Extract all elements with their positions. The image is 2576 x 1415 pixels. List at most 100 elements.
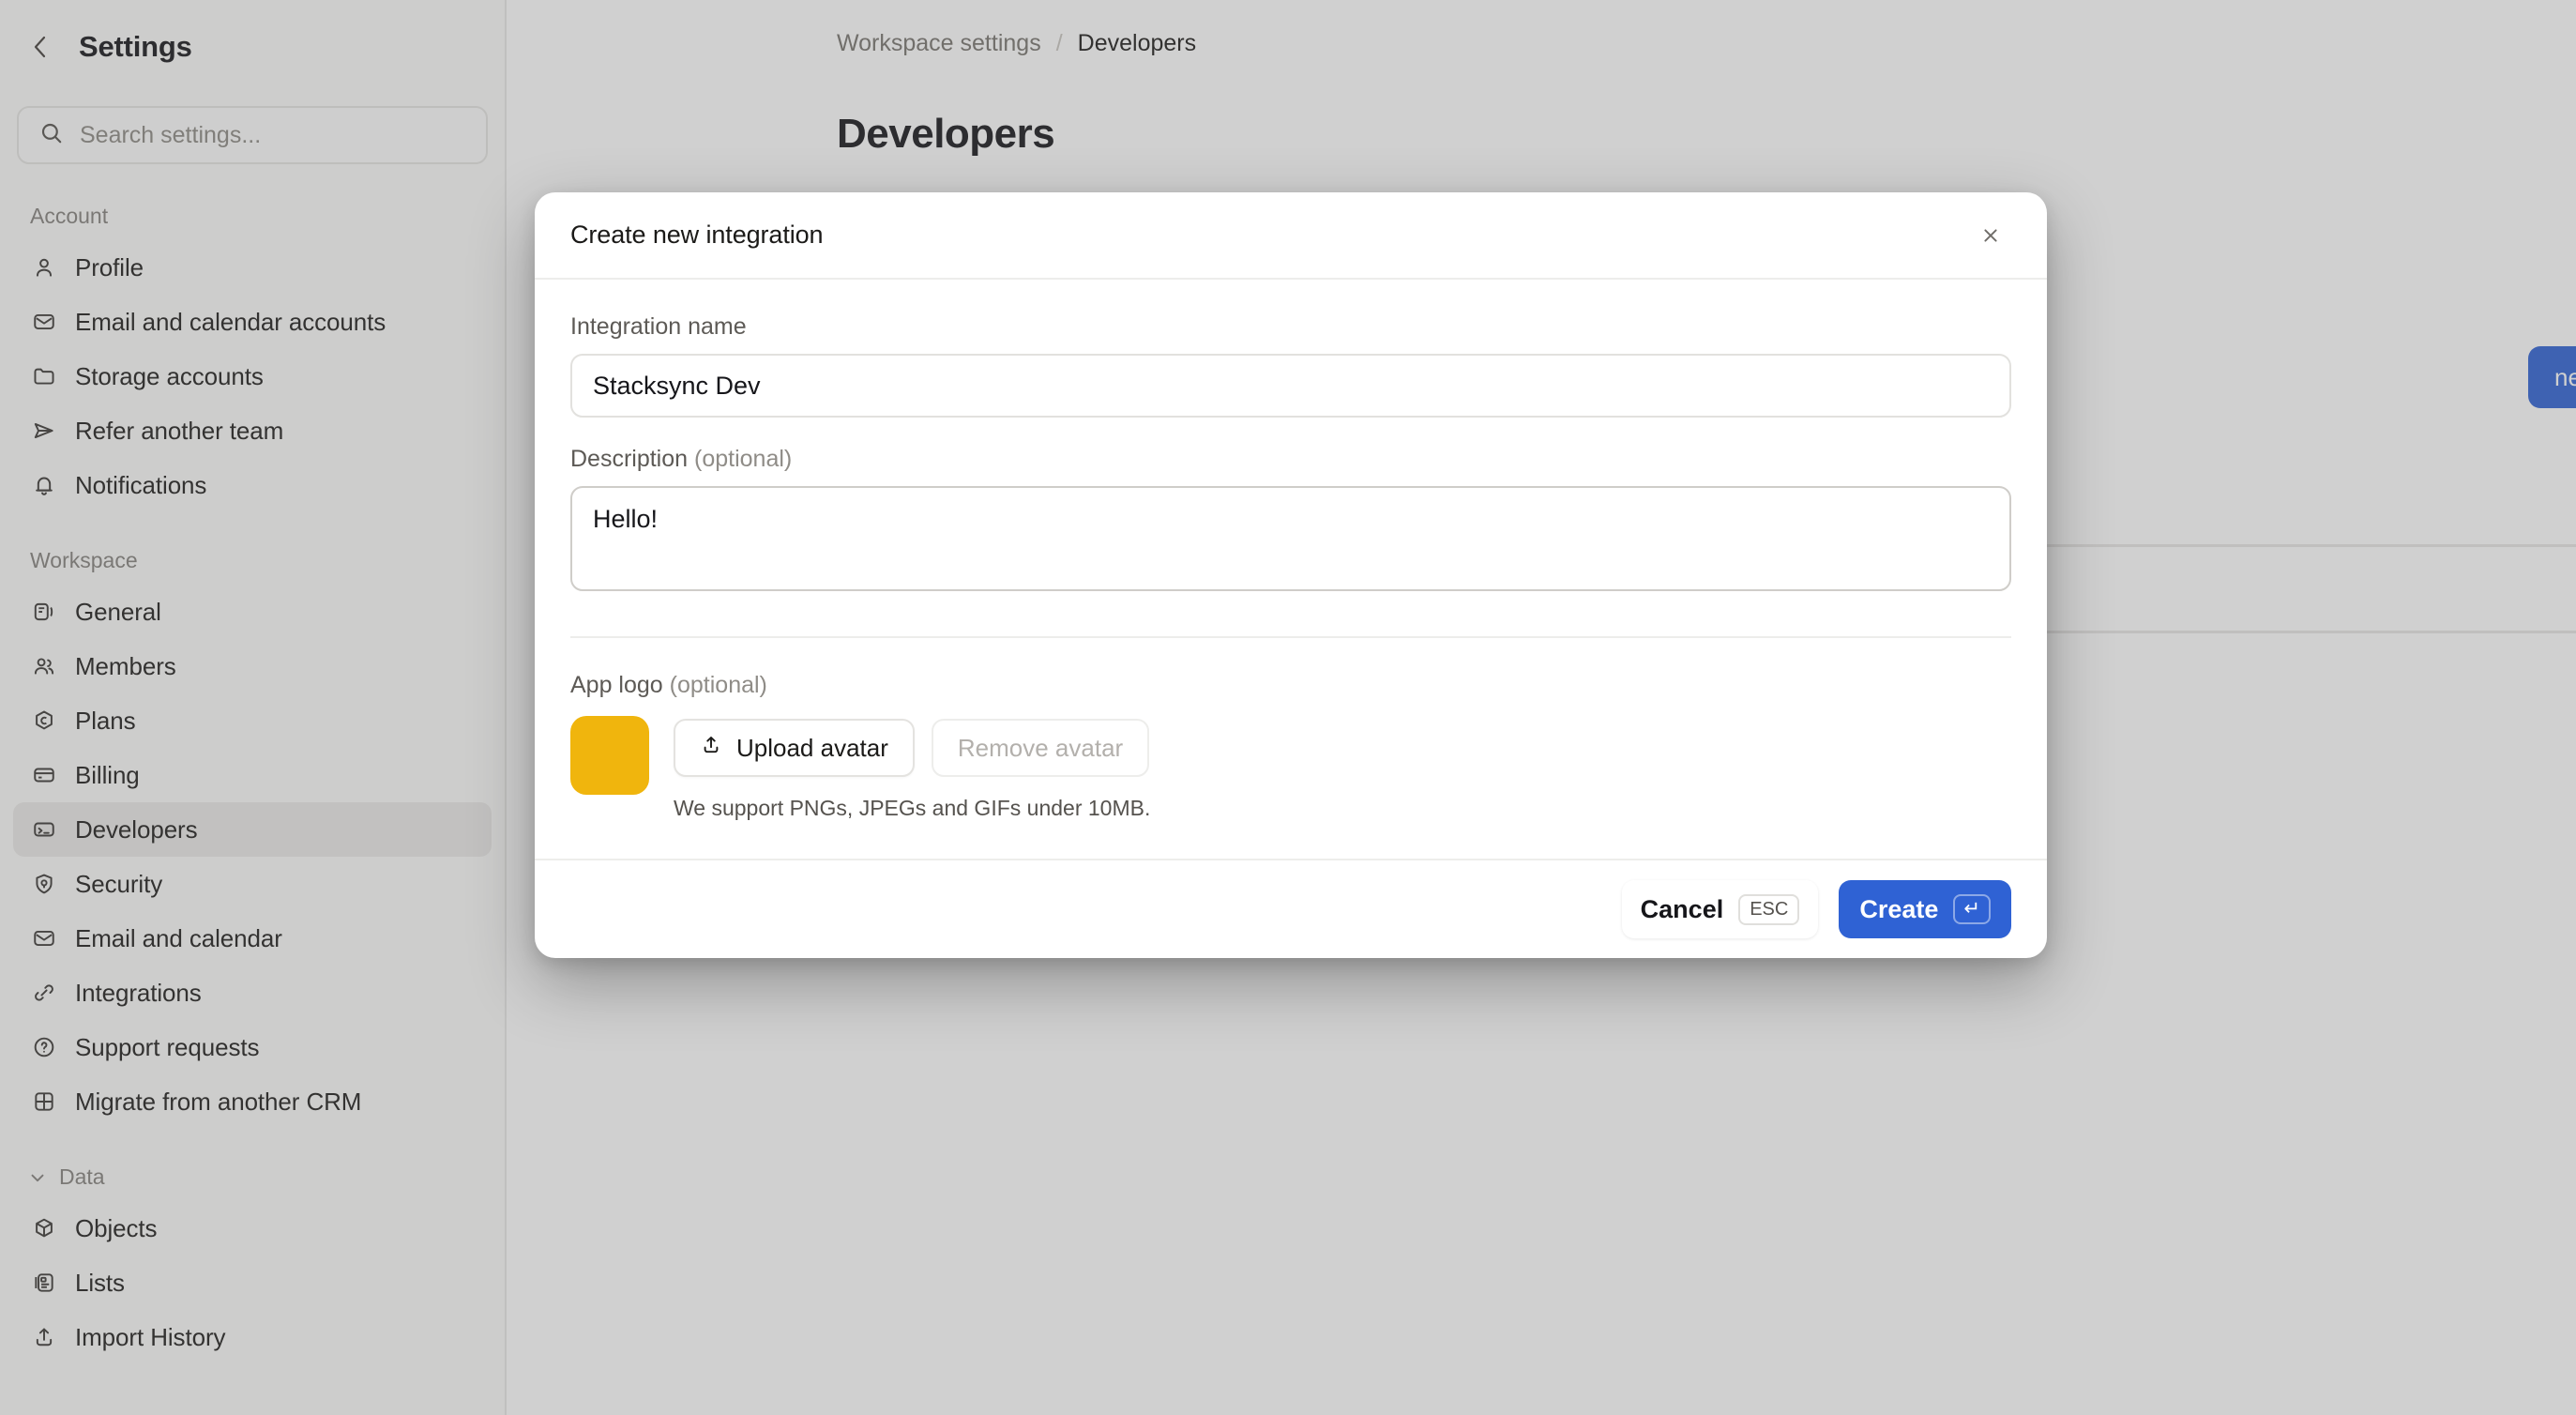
sidebar-item-label: Import History (75, 1322, 226, 1351)
sidebar-item-security[interactable]: Security (13, 857, 492, 911)
user-icon (30, 254, 57, 281)
modal-footer: Cancel ESC Create ↵ (535, 859, 2047, 958)
breadcrumb-parent[interactable]: Workspace settings (837, 30, 1041, 57)
description-label-text: Description (570, 446, 689, 472)
sidebar-item-email-and-calendar[interactable]: Email and calendar (13, 911, 492, 966)
sidebar-search-wrap: Search settings... (0, 106, 505, 164)
sidebar-item-label: Developers (75, 814, 198, 844)
sidebar-item-refer-another-team[interactable]: Refer another team (13, 403, 492, 458)
chevron-left-icon[interactable] (19, 25, 62, 68)
sidebar-item-label: Security (75, 869, 163, 898)
breadcrumb-current: Developers (1077, 30, 1197, 56)
sidebar-item-general[interactable]: General (13, 585, 492, 639)
description-textarea[interactable] (570, 486, 2011, 591)
envelope-icon (30, 309, 57, 336)
sidebar-group-label-data[interactable]: Data (0, 1164, 505, 1190)
sidebar-item-developers[interactable]: Developers (13, 802, 492, 857)
create-button[interactable]: Create ↵ (1839, 880, 2011, 938)
sidebar-item-billing[interactable]: Billing (13, 748, 492, 802)
folder-icon (30, 363, 57, 390)
sidebar-item-lists[interactable]: Lists (13, 1255, 492, 1310)
avatar-hint: We support PNGs, JPEGs and GIFs under 10… (674, 796, 1151, 820)
sidebar-item-label: Members (75, 651, 176, 680)
breadcrumb: Workspace settings / Developers (837, 30, 1196, 57)
sidebar-item-plans[interactable]: Plans (13, 693, 492, 748)
chevron-down-icon (27, 1167, 48, 1188)
search-placeholder: Search settings... (80, 121, 262, 148)
sidebar-item-label: Integrations (75, 978, 202, 1007)
sidebar-item-label: Migrate from another CRM (75, 1087, 362, 1116)
sidebar-group-data-text: Data (59, 1164, 105, 1189)
app-root: Settings Search settings... Account Prof… (0, 0, 2576, 1415)
create-label: Create (1859, 894, 1939, 923)
credit-card-icon (30, 762, 57, 789)
sidebar-item-import-history[interactable]: Import History (13, 1310, 492, 1364)
upload-avatar-button[interactable]: Upload avatar (674, 719, 915, 777)
sidebar-item-notifications[interactable]: Notifications (13, 458, 492, 512)
integration-name-input[interactable] (570, 354, 2011, 418)
create-shortcut-badge: ↵ (1953, 893, 1991, 925)
sidebar-header: Settings (0, 0, 505, 94)
description-optional-text: (optional) (694, 446, 793, 472)
modal-title: Create new integration (570, 221, 824, 249)
create-integration-modal: Create new integration Integration name … (535, 192, 2047, 958)
sidebar-item-label: Objects (75, 1213, 158, 1242)
search-icon (39, 121, 64, 150)
users-icon (30, 653, 57, 680)
sidebar-item-label: Notifications (75, 470, 207, 499)
close-icon[interactable] (1970, 215, 2011, 256)
sliders-icon (30, 599, 57, 626)
upload-icon (30, 1324, 57, 1351)
sidebar-item-label: General (75, 597, 161, 626)
integration-name-label: Integration name (570, 313, 747, 340)
sidebar-item-profile[interactable]: Profile (13, 240, 492, 295)
avatar-buttons: Upload avatar Remove avatar (674, 719, 1150, 777)
app-logo-row: Upload avatar Remove avatar We support P… (570, 716, 2011, 821)
app-logo-optional-text: (optional) (669, 672, 767, 698)
sidebar-item-label: Lists (75, 1268, 125, 1297)
sidebar-item-support-requests[interactable]: Support requests (13, 1020, 492, 1074)
app-logo-label-text: App logo (570, 672, 663, 698)
sidebar-item-integrations[interactable]: Integrations (13, 966, 492, 1020)
sidebar-group-label-account: Account (30, 204, 109, 228)
search-input[interactable]: Search settings... (17, 106, 488, 164)
grid-icon (30, 1088, 57, 1116)
modal-header: Create new integration (535, 192, 2047, 280)
bell-icon (30, 472, 57, 499)
cube-icon (30, 1215, 57, 1242)
send-icon (30, 418, 57, 445)
remove-avatar-button[interactable]: Remove avatar (931, 719, 1150, 777)
upload-icon (700, 734, 722, 763)
sidebar-title: Settings (79, 30, 192, 63)
create-new-integration-button[interactable]: new integration (2528, 346, 2576, 408)
app-logo-label: App logo (optional) (570, 672, 2011, 699)
cancel-button[interactable]: Cancel ESC (1621, 880, 1819, 938)
sidebar-item-label: Storage accounts (75, 361, 264, 390)
plan-badge-icon (30, 708, 57, 735)
settings-sidebar: Settings Search settings... Account Prof… (0, 0, 507, 1415)
modal-body: Integration name Description (optional) … (535, 280, 2047, 821)
avatar (570, 716, 649, 795)
sidebar-item-label: Plans (75, 706, 136, 735)
link-icon (30, 980, 57, 1007)
sidebar-item-label: Refer another team (75, 416, 284, 445)
sidebar-item-label: Email and calendar (75, 923, 282, 952)
question-circle-icon (30, 1034, 57, 1061)
app-logo-block: App logo (optional) Upload avatar Remove… (570, 638, 2011, 821)
cancel-label: Cancel (1640, 894, 1724, 923)
sidebar-item-objects[interactable]: Objects (13, 1201, 492, 1255)
description-label: Description (optional) (570, 446, 2011, 473)
sidebar-item-members[interactable]: Members (13, 639, 492, 693)
cancel-shortcut-badge: ESC (1738, 893, 1800, 925)
sidebar-group-label-workspace: Workspace (30, 548, 138, 572)
sidebar-item-label: Support requests (75, 1032, 260, 1061)
sidebar-item-migrate-from-another-crm[interactable]: Migrate from another CRM (13, 1074, 492, 1129)
breadcrumb-separator: / (1055, 30, 1063, 56)
avatar-controls: Upload avatar Remove avatar We support P… (674, 716, 1150, 821)
sidebar-item-storage-accounts[interactable]: Storage accounts (13, 349, 492, 403)
page-title: Developers (837, 111, 1055, 157)
shield-icon (30, 871, 57, 898)
sidebar-item-email-and-calendar-accounts[interactable]: Email and calendar accounts (13, 295, 492, 349)
upload-avatar-label: Upload avatar (736, 733, 888, 762)
envelope-icon (30, 925, 57, 952)
